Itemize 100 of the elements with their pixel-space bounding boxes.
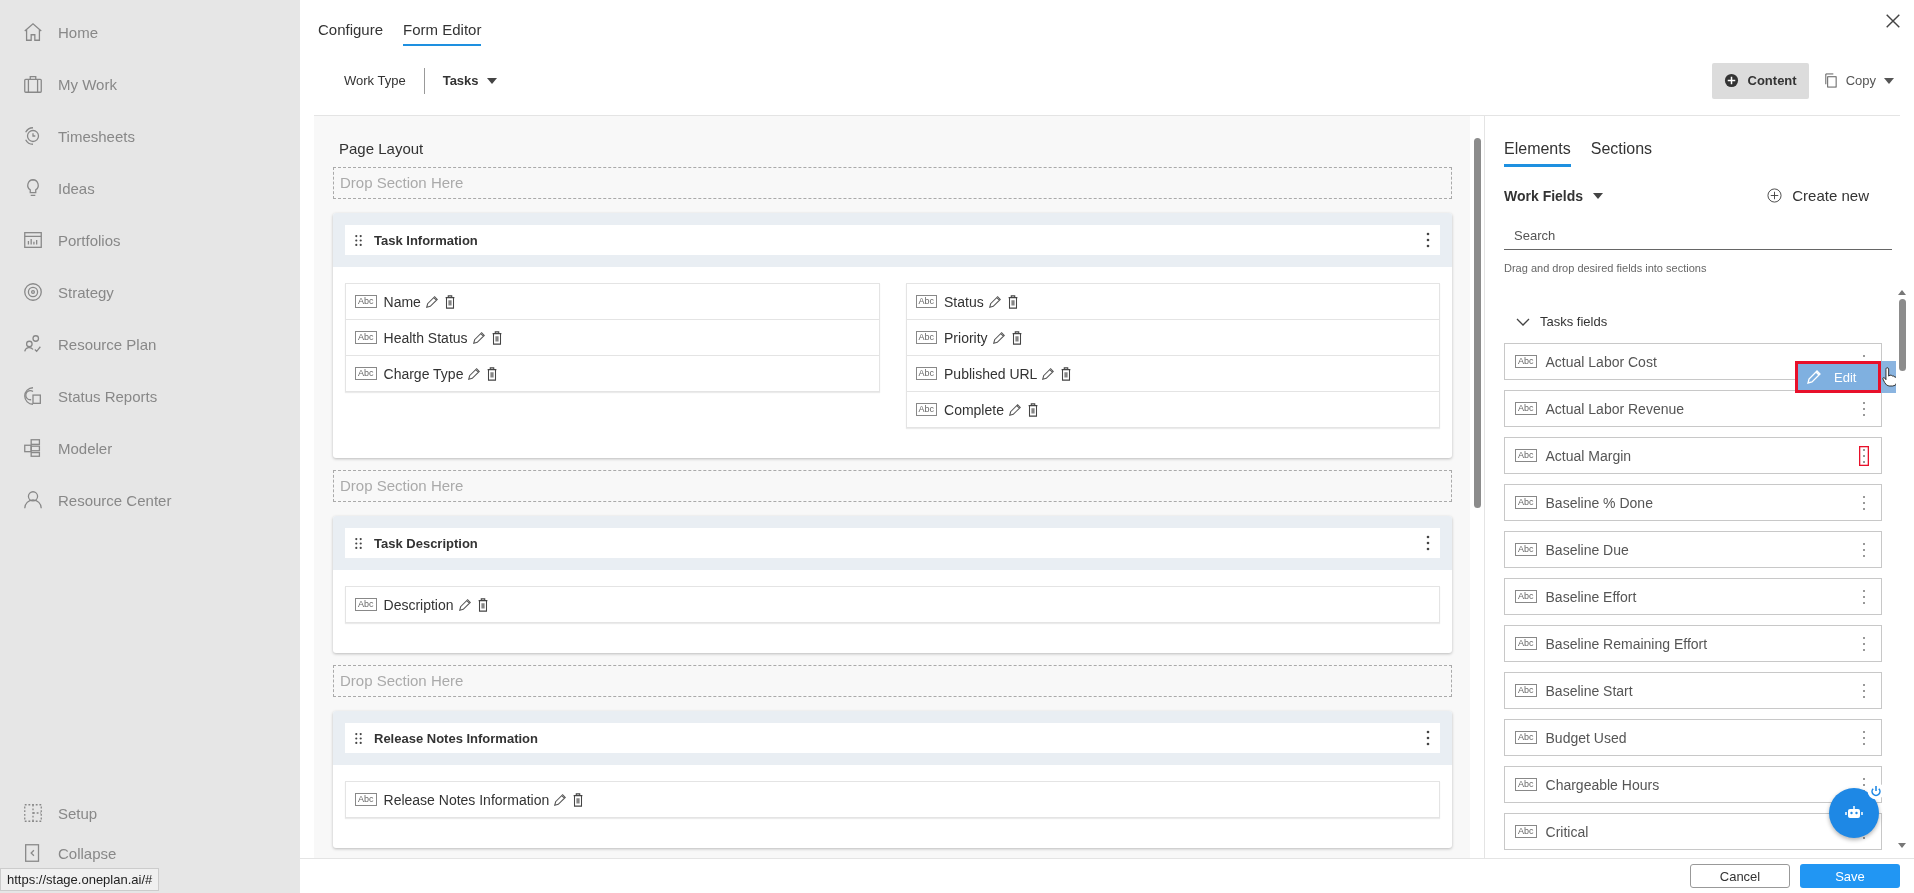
nav-icon xyxy=(22,21,44,43)
field-label: Release Notes Information xyxy=(383,791,550,808)
text-type-icon: Abc xyxy=(1515,402,1537,415)
field-item[interactable]: Abc Baseline Effort xyxy=(1504,578,1882,615)
field-label: Actual Margin xyxy=(1545,447,1633,464)
close-icon[interactable] xyxy=(1884,12,1902,30)
pencil-icon[interactable] xyxy=(467,366,482,381)
text-type-icon: Abc xyxy=(355,331,377,344)
drop-zone: Drop Section Here xyxy=(333,167,1452,199)
field-item[interactable]: Abc Baseline % Done xyxy=(1504,484,1882,521)
text-type-icon: Abc xyxy=(915,367,937,380)
field-item[interactable]: Abc Baseline Remaining Effort xyxy=(1504,625,1882,662)
text-type-icon: Abc xyxy=(1515,825,1537,838)
plus-icon xyxy=(1723,73,1739,88)
field-label: Charge Type xyxy=(383,365,464,382)
more-icon[interactable] xyxy=(1859,445,1869,466)
panel-title: Page Layout xyxy=(339,140,425,157)
field-label: Actual Labor Revenue xyxy=(1545,400,1686,417)
text-type-icon: Abc xyxy=(915,403,937,416)
work-type-label: Work Type xyxy=(344,73,406,88)
hint-text: Drag and drop desired fields into sections xyxy=(1504,262,1708,274)
hand-cursor-icon xyxy=(1881,366,1896,388)
more-icon[interactable] xyxy=(1426,535,1430,551)
form-field[interactable]: Abc Health Status xyxy=(346,320,879,356)
field-label: Description xyxy=(383,596,454,613)
more-icon[interactable] xyxy=(1426,232,1430,248)
pencil-icon[interactable] xyxy=(987,294,1002,309)
field-label: Name xyxy=(383,293,421,310)
section-title: Task Information xyxy=(374,232,479,248)
form-field[interactable]: Abc Name xyxy=(346,284,879,320)
form-field[interactable]: Abc Published URL xyxy=(906,356,1439,392)
form-field[interactable]: Abc Release Notes Information xyxy=(346,782,1439,817)
text-type-icon: Abc xyxy=(355,793,377,806)
field-item[interactable]: Abc Baseline Due xyxy=(1504,531,1882,568)
more-icon[interactable] xyxy=(1426,730,1430,746)
scroll-thumb[interactable] xyxy=(1898,299,1906,371)
form-field[interactable]: Abc Status xyxy=(906,284,1439,320)
pencil-icon[interactable] xyxy=(1041,366,1056,381)
scroll-up-icon[interactable] xyxy=(1898,290,1906,295)
copy-icon xyxy=(1822,73,1838,88)
tab[interactable]: Form Editor xyxy=(403,21,482,46)
field-item[interactable]: Abc Chargeable Hours xyxy=(1504,766,1882,803)
group-toggle[interactable]: Tasks fields xyxy=(1516,314,1608,329)
create-new-button[interactable]: Create new xyxy=(1767,187,1869,204)
nav-icon xyxy=(22,229,44,251)
drop-zone: Drop Section Here xyxy=(333,470,1452,502)
pencil-icon[interactable] xyxy=(424,294,439,309)
field-item[interactable]: Abc Critical xyxy=(1504,813,1882,850)
work-type-dropdown[interactable]: Tasks xyxy=(442,73,497,88)
section-title: Release Notes Information xyxy=(374,730,539,746)
content-button[interactable]: Content xyxy=(1711,62,1809,99)
nav-icon xyxy=(22,489,44,511)
nav-icon xyxy=(22,385,44,407)
scroll-thumb[interactable] xyxy=(1473,138,1481,508)
tab[interactable]: Sections xyxy=(1590,140,1653,167)
copy-button[interactable]: Copy xyxy=(1816,72,1900,89)
text-type-icon: Abc xyxy=(1515,637,1537,650)
field-item[interactable]: Abc Actual Labor Revenue xyxy=(1504,390,1882,427)
caret-icon xyxy=(1593,192,1604,199)
plus-icon xyxy=(1767,188,1783,203)
pencil-icon[interactable] xyxy=(1007,402,1022,417)
text-type-icon: Abc xyxy=(1515,496,1537,509)
scrollbar[interactable] xyxy=(1470,116,1484,858)
tab[interactable]: Configure xyxy=(318,21,384,46)
scroll-down-icon[interactable] xyxy=(1898,843,1906,848)
pencil-icon[interactable] xyxy=(471,330,486,345)
drag-handle-icon[interactable] xyxy=(355,234,362,246)
text-type-icon: Abc xyxy=(1515,449,1537,462)
text-type-icon: Abc xyxy=(1515,778,1537,791)
drag-handle-icon[interactable] xyxy=(355,732,362,744)
text-type-icon: Abc xyxy=(1515,543,1537,556)
pencil-icon[interactable] xyxy=(991,330,1006,345)
field-label: Health Status xyxy=(383,329,468,346)
field-label: Published URL xyxy=(944,365,1038,382)
text-type-icon: Abc xyxy=(1515,355,1537,368)
field-label: Baseline % Done xyxy=(1545,494,1654,511)
form-field[interactable]: Abc Priority xyxy=(906,320,1439,356)
form-field[interactable]: Abc Complete xyxy=(906,392,1439,427)
section-title: Task Description xyxy=(374,535,479,551)
pencil-icon[interactable] xyxy=(457,597,472,612)
form-field[interactable]: Abc Charge Type xyxy=(346,356,879,391)
chevron-icon xyxy=(1516,317,1530,326)
field-item[interactable]: Abc Baseline Start xyxy=(1504,672,1882,709)
text-type-icon: Abc xyxy=(355,598,377,611)
pencil-icon[interactable] xyxy=(553,792,568,807)
nav-icon xyxy=(22,281,44,303)
field-item[interactable]: Abc Actual Margin xyxy=(1504,437,1882,474)
field-label: Baseline Remaining Effort xyxy=(1545,635,1709,652)
tab[interactable]: Elements xyxy=(1504,140,1571,167)
field-label: Actual Labor Cost xyxy=(1545,353,1658,370)
cancel-button[interactable]: Cancel xyxy=(1690,864,1790,888)
field-label: Baseline Due xyxy=(1545,541,1630,558)
field-item[interactable]: Abc Budget Used xyxy=(1504,719,1882,756)
drop-zone: Drop Section Here xyxy=(333,665,1452,697)
field-source-dropdown[interactable]: Work Fields xyxy=(1504,187,1604,204)
nav-icon xyxy=(22,73,44,95)
drag-handle-icon[interactable] xyxy=(355,537,362,549)
text-type-icon: Abc xyxy=(1515,731,1537,744)
text-type-icon: Abc xyxy=(915,295,937,308)
form-field[interactable]: Abc Description xyxy=(346,587,1439,622)
